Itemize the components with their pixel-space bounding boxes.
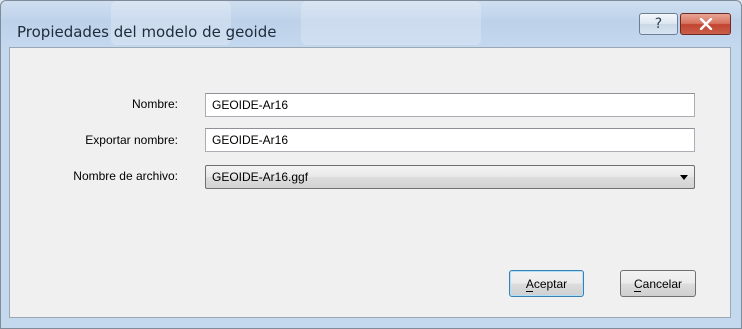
exportar-nombre-label: Exportar nombre: [85, 133, 178, 147]
aceptar-label: Aceptar [525, 276, 568, 291]
dialog-body: Nombre: Exportar nombre: Nombre de archi… [9, 47, 731, 318]
aceptar-label-wrap: Aceptar [525, 276, 568, 292]
exportar-nombre-field[interactable] [205, 128, 695, 152]
nombre-archivo-label: Nombre de archivo: [73, 169, 178, 183]
cancelar-button[interactable]: Cancelar [620, 270, 696, 297]
dialog-window: Propiedades del modelo de geoide ? Nombr… [0, 0, 742, 329]
selected-file: GEOIDE-Ar16.ggf [212, 170, 309, 184]
nombre-archivo-select[interactable]: GEOIDE-Ar16.ggf [205, 165, 695, 189]
chevron-down-icon [680, 175, 688, 180]
close-icon [699, 18, 712, 30]
help-button[interactable]: ? [639, 13, 678, 35]
background-blur [301, 1, 481, 45]
close-button[interactable] [680, 13, 731, 35]
title-bar[interactable]: Propiedades del modelo de geoide ? [1, 1, 741, 47]
help-icon: ? [654, 16, 663, 32]
nombre-label: Nombre: [131, 97, 178, 111]
cancelar-label-wrap: Cancelar [633, 276, 683, 292]
aceptar-button[interactable]: Aceptar [509, 270, 584, 297]
accelerator-underline [525, 290, 533, 292]
nombre-field[interactable] [205, 93, 695, 117]
accelerator-underline [633, 290, 641, 292]
dialog-title: Propiedades del modelo de geoide [17, 23, 277, 41]
cancelar-label: Cancelar [633, 276, 683, 291]
